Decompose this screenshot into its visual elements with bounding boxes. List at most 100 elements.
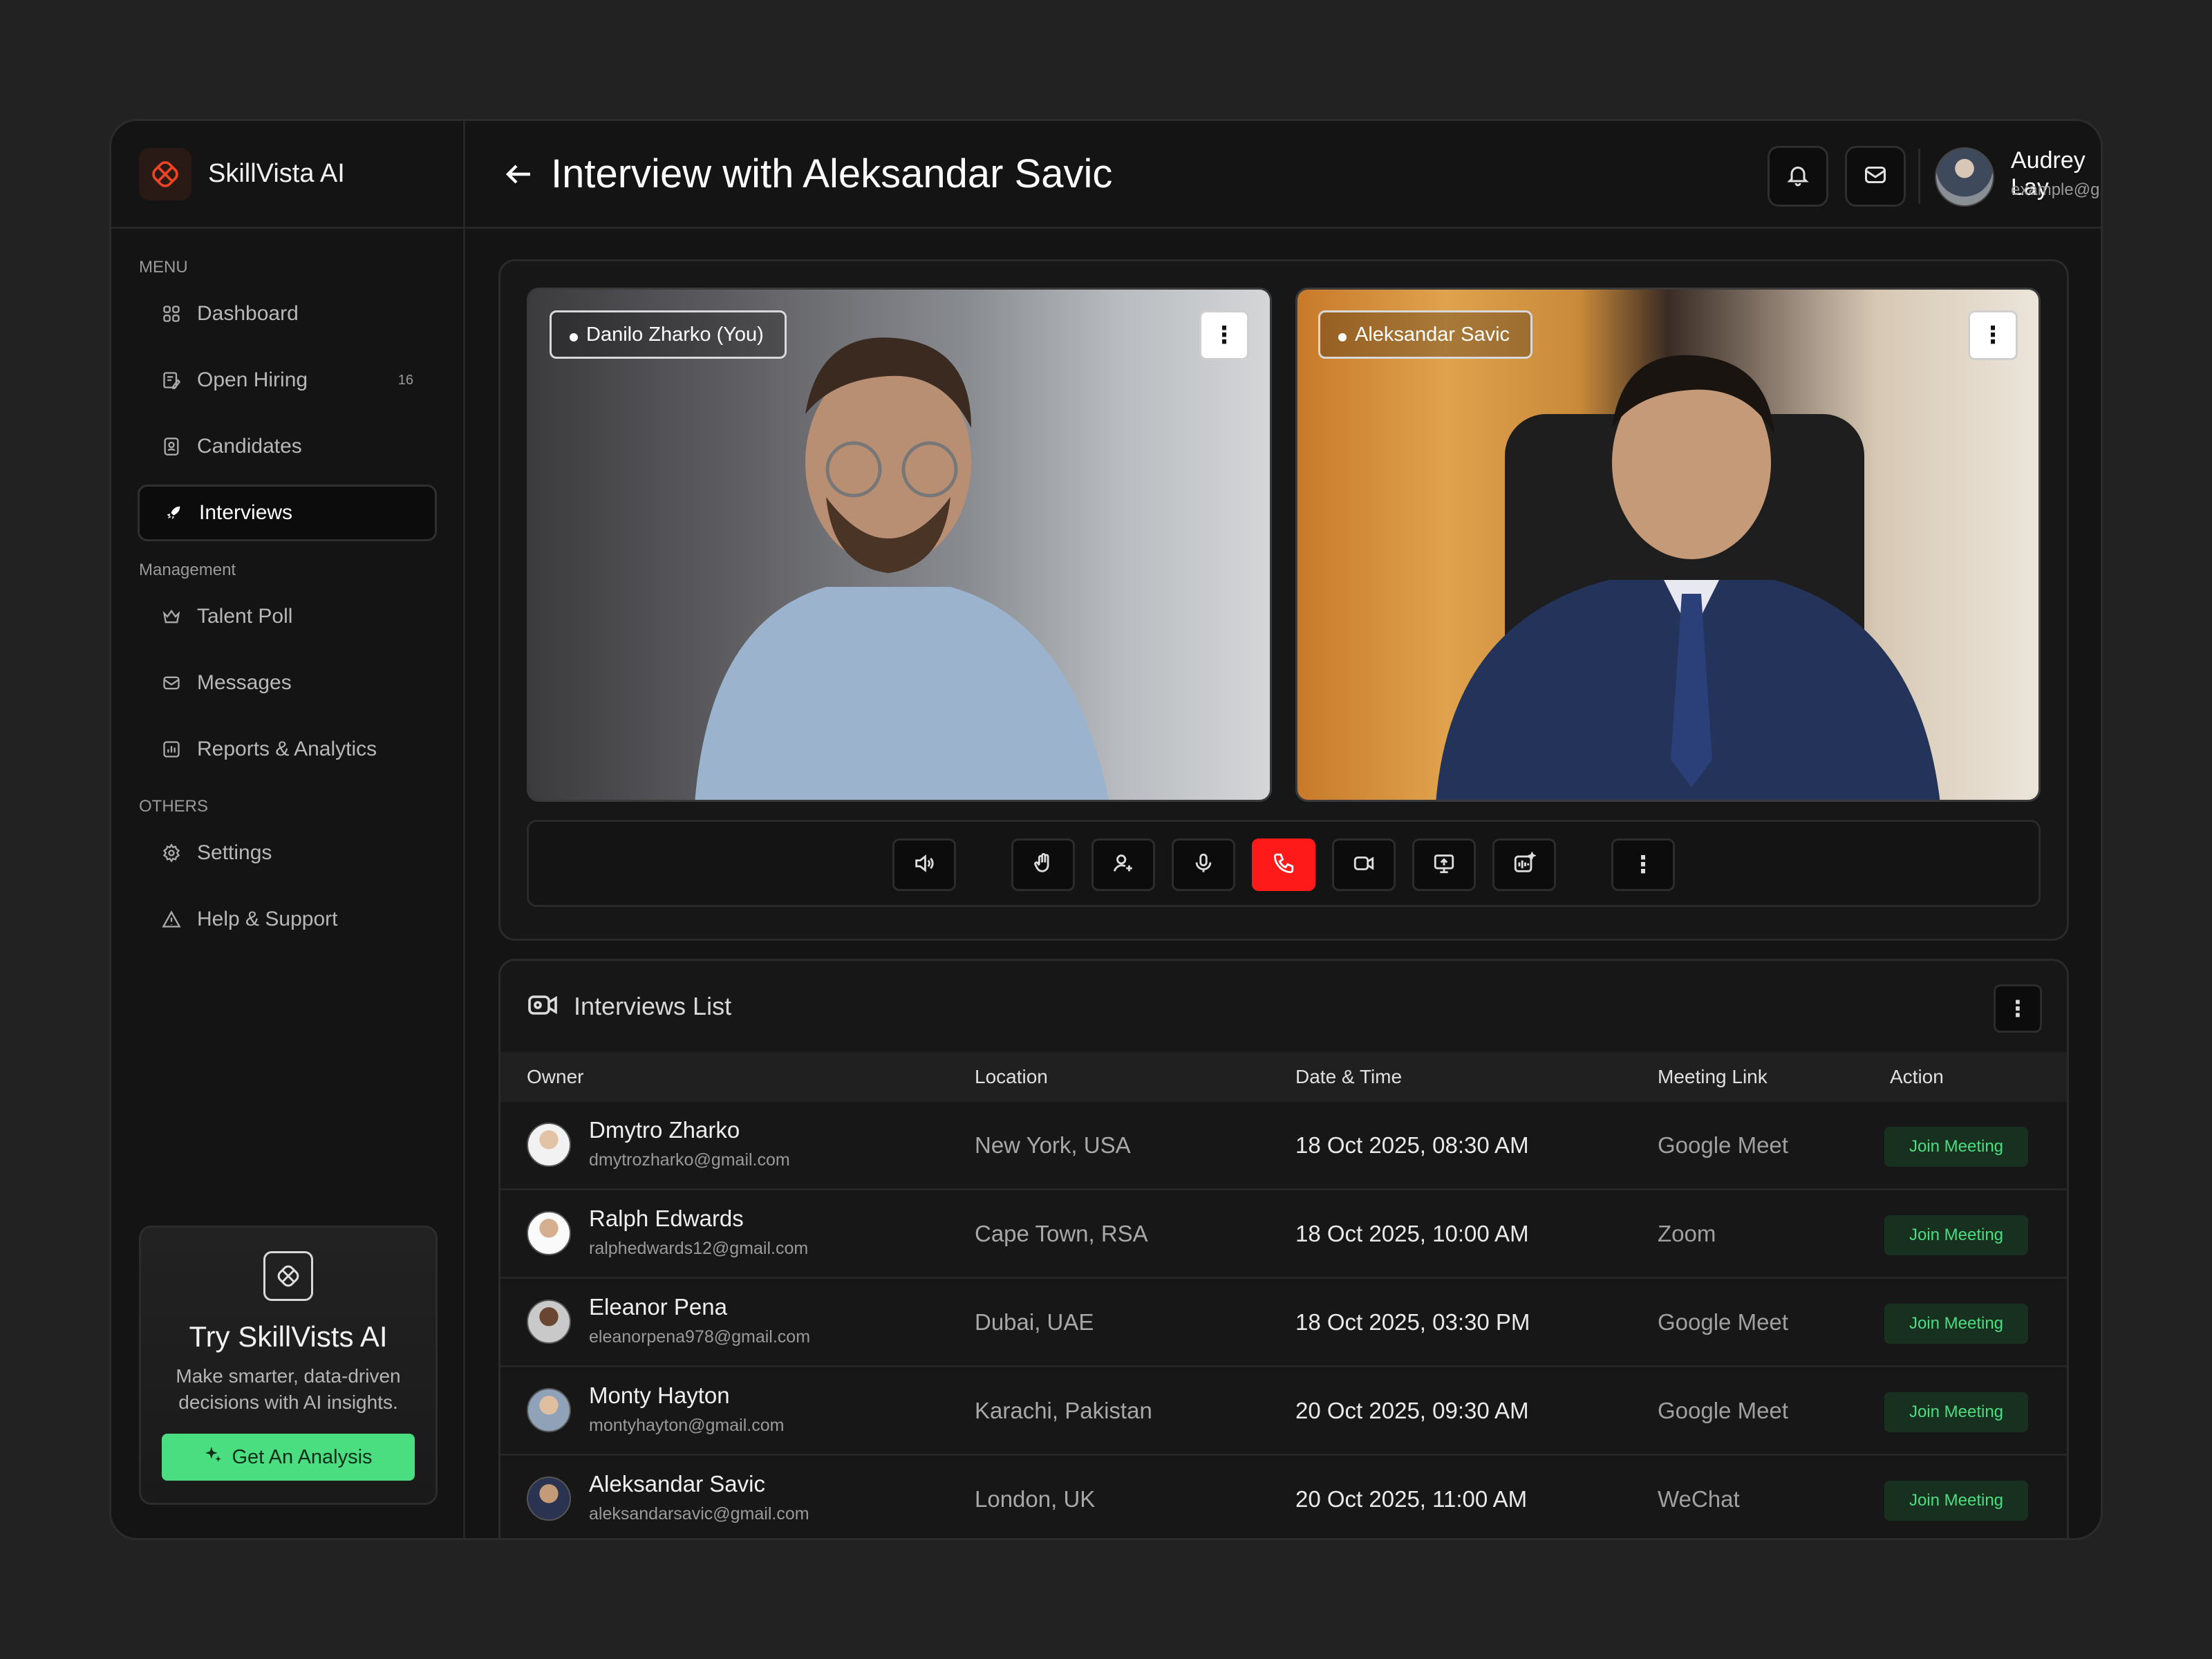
sidebar-item-label: Settings	[197, 841, 272, 864]
list-header: Interviews List	[500, 961, 2067, 1052]
brand-logo-icon	[263, 1251, 313, 1301]
owner-name: Eleanor Pena	[589, 1294, 727, 1320]
speaker-button[interactable]	[892, 838, 956, 891]
more-vertical-icon: ⋮	[1212, 322, 1236, 348]
more-options-button[interactable]: ⋮	[1611, 838, 1675, 891]
header-divider	[1918, 149, 1920, 204]
audio-effects-button[interactable]	[1492, 838, 1556, 891]
contacts-icon	[161, 436, 182, 457]
sidebar-item-interviews[interactable]: Interviews	[138, 485, 437, 541]
meeting-link[interactable]: WeChat	[1658, 1486, 1740, 1512]
end-call-icon	[1272, 852, 1295, 879]
join-meeting-button[interactable]: Join Meeting	[1884, 1215, 2028, 1255]
sidebar-item-talent-poll[interactable]: Talent Poll	[138, 588, 437, 645]
join-meeting-button[interactable]: Join Meeting	[1884, 1392, 2028, 1432]
participant-silhouette	[1436, 355, 1940, 800]
mail-icon	[161, 673, 182, 693]
sidebar-item-open-hiring[interactable]: Open Hiring 16	[138, 352, 437, 409]
video-options-button[interactable]: ⋮	[1968, 310, 2018, 360]
sidebar-item-label: Reports & Analytics	[197, 738, 377, 760]
bell-icon	[1785, 162, 1810, 191]
sidebar-item-label: Dashboard	[197, 302, 299, 325]
sidebar: SkillVista AI MENU Dashboard Open Hiring…	[111, 121, 465, 1538]
table-row[interactable]: Monty Hayton montyhayton@gmail.com Karac…	[500, 1367, 2067, 1456]
table-row[interactable]: Eleanor Pena eleanorpena978@gmail.com Du…	[500, 1279, 2067, 1367]
end-call-button[interactable]	[1252, 838, 1315, 891]
sidebar-item-messages[interactable]: Messages	[138, 655, 437, 711]
sidebar-item-reports[interactable]: Reports & Analytics	[138, 721, 437, 778]
location: New York, USA	[975, 1132, 1131, 1158]
brand[interactable]: SkillVista AI	[111, 121, 463, 229]
raise-hand-button[interactable]	[1011, 838, 1075, 891]
participant-label: Danilo Zharko (You)	[550, 310, 787, 359]
chart-icon	[161, 739, 182, 760]
get-analysis-button[interactable]: Get An Analysis	[162, 1434, 415, 1481]
join-meeting-button[interactable]: Join Meeting	[1884, 1481, 2028, 1521]
column-header-meeting-link[interactable]: Meeting Link	[1658, 1066, 1768, 1088]
microphone-icon	[1192, 852, 1215, 879]
messages-button[interactable]	[1845, 146, 1906, 207]
brand-name: SkillVista AI	[208, 159, 345, 188]
more-vertical-icon: ⋮	[1981, 322, 2005, 348]
column-header-action[interactable]: Action	[1890, 1066, 1944, 1088]
section-label-menu: MENU	[139, 258, 188, 276]
sidebar-item-candidates[interactable]: Candidates	[138, 418, 437, 475]
column-header-owner[interactable]: Owner	[527, 1066, 583, 1088]
screen-share-icon	[1432, 852, 1456, 879]
promo-title: Try SkillVists AI	[189, 1320, 388, 1353]
crown-icon	[161, 606, 182, 627]
table-row[interactable]: Dmytro Zharko dmytrozharko@gmail.com New…	[500, 1102, 2067, 1190]
meeting-link[interactable]: Google Meet	[1658, 1132, 1788, 1159]
app-window: SkillVista AI MENU Dashboard Open Hiring…	[109, 119, 2103, 1540]
back-arrow-icon[interactable]	[503, 158, 536, 191]
owner-email: ralphedwards12@gmail.com	[589, 1239, 809, 1258]
count-badge: 16	[397, 372, 413, 388]
column-header-location[interactable]: Location	[975, 1066, 1048, 1088]
sidebar-item-help[interactable]: Help & Support	[138, 891, 437, 948]
section-label-others: OTHERS	[139, 797, 209, 816]
sidebar-item-label: Interviews	[199, 501, 293, 524]
get-analysis-label: Get An Analysis	[232, 1445, 373, 1468]
more-vertical-icon: ⋮	[1631, 852, 1655, 878]
video-tile-self[interactable]: Danilo Zharko (You) ⋮	[527, 288, 1272, 802]
edit-icon	[161, 370, 182, 391]
table-row[interactable]: Ralph Edwards ralphedwards12@gmail.com C…	[500, 1190, 2067, 1279]
owner-name: Ralph Edwards	[589, 1206, 744, 1231]
video-options-button[interactable]: ⋮	[1199, 310, 1249, 360]
column-header-datetime[interactable]: Date & Time	[1295, 1066, 1402, 1088]
add-user-icon	[1112, 852, 1135, 879]
audio-wave-icon	[1512, 850, 1537, 879]
location: London, UK	[975, 1486, 1096, 1512]
sidebar-item-dashboard[interactable]: Dashboard	[138, 285, 437, 342]
brand-logo-icon	[139, 147, 191, 200]
join-meeting-button[interactable]: Join Meeting	[1884, 1304, 2028, 1344]
owner-name: Dmytro Zharko	[589, 1117, 740, 1143]
owner-email: montyhayton@gmail.com	[589, 1416, 785, 1435]
owner-email: dmytrozharko@gmail.com	[589, 1150, 790, 1170]
join-meeting-button[interactable]: Join Meeting	[1884, 1127, 2028, 1167]
speaker-icon	[912, 852, 936, 879]
video-tile-candidate[interactable]: Aleksandar Savic ⋮	[1295, 288, 2041, 802]
location: Dubai, UAE	[975, 1309, 1094, 1335]
notifications-button[interactable]	[1768, 146, 1828, 207]
date-time: 20 Oct 2025, 11:00 AM	[1295, 1486, 1528, 1512]
camera-button[interactable]	[1332, 838, 1396, 891]
participant-name: Aleksandar Savic	[1355, 323, 1510, 346]
table-header: Owner Location Date & Time Meeting Link …	[500, 1052, 2067, 1102]
avatar	[527, 1123, 571, 1167]
promo-description: Make smarter, data-driven decisions with…	[176, 1365, 401, 1413]
sidebar-item-label: Candidates	[197, 435, 302, 458]
sidebar-item-settings[interactable]: Settings	[138, 825, 437, 881]
avatar	[527, 1211, 571, 1255]
table-row[interactable]: Aleksandar Savic aleksandarsavic@gmail.c…	[500, 1456, 2067, 1538]
screen-share-button[interactable]	[1412, 838, 1476, 891]
add-participant-button[interactable]	[1091, 838, 1155, 891]
video-camera-icon	[527, 988, 560, 1025]
meeting-link[interactable]: Zoom	[1658, 1221, 1716, 1247]
meeting-link[interactable]: Google Meet	[1658, 1309, 1788, 1335]
meeting-link[interactable]: Google Meet	[1658, 1398, 1788, 1424]
user-avatar[interactable]	[1935, 147, 1994, 207]
participant-name: Danilo Zharko (You)	[586, 323, 764, 346]
microphone-button[interactable]	[1172, 838, 1235, 891]
list-options-button[interactable]: ⋮	[1994, 984, 2042, 1033]
